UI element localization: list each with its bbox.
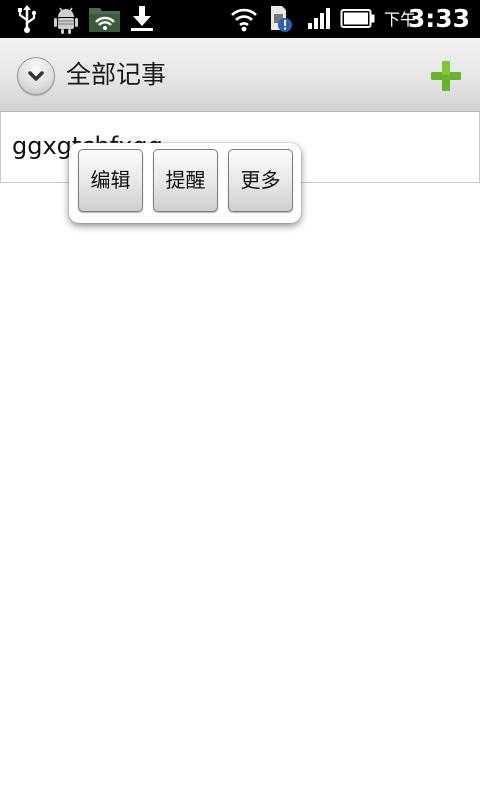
- wifi-folder-icon: [89, 8, 120, 32]
- android-debug-icon: [54, 7, 78, 34]
- wifi-signal-icon: [231, 8, 257, 32]
- quick-action-popup: 编辑 提醒 更多: [69, 143, 301, 223]
- page-title[interactable]: 全部记事: [66, 58, 166, 92]
- category-dropdown-button[interactable]: [17, 57, 55, 95]
- edit-button[interactable]: 编辑: [78, 149, 143, 212]
- battery-icon: [340, 9, 375, 28]
- reminder-button[interactable]: 提醒: [153, 149, 218, 212]
- download-icon: [131, 6, 153, 31]
- status-bar: 下午 3:33: [0, 0, 480, 38]
- sim-alert-icon: [271, 6, 292, 32]
- usb-icon: [18, 5, 37, 33]
- add-note-button[interactable]: [426, 56, 466, 96]
- more-button[interactable]: 更多: [228, 149, 293, 212]
- title-bar: 全部记事: [0, 38, 480, 112]
- plus-icon: [431, 61, 461, 91]
- status-time: 3:33: [407, 4, 470, 33]
- chevron-down-icon: [28, 71, 44, 81]
- cell-signal-icon: [308, 8, 330, 29]
